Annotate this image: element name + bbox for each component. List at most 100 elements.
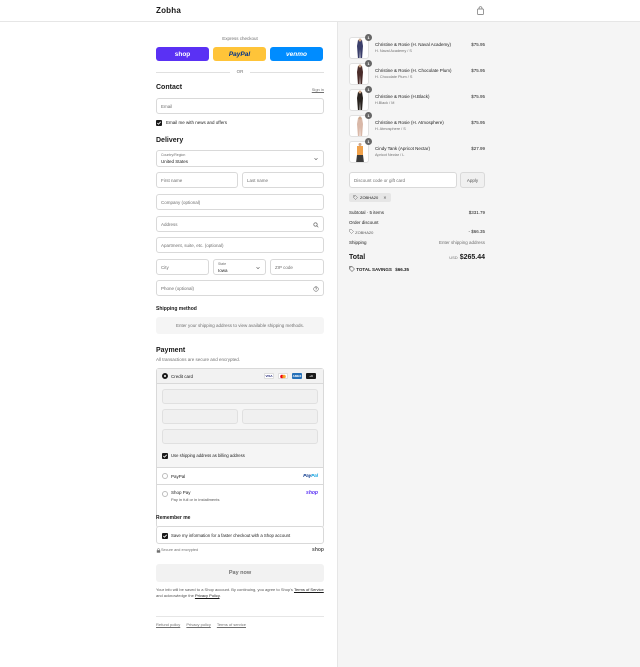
delivery-heading: Delivery [156, 137, 184, 144]
item-variant: H. Naval Academy / S [375, 49, 412, 53]
help-icon[interactable] [313, 286, 319, 292]
shipping-method-heading: Shipping method [156, 306, 197, 312]
shopping-bag-icon[interactable] [476, 6, 485, 15]
terms-of-service-footer-link[interactable]: Terms of service [217, 622, 246, 627]
refund-policy-link[interactable]: Refund policy [156, 622, 180, 627]
discount-tag: ZOBHA20 ✕ [349, 193, 391, 202]
credit-card-option[interactable]: Credit card VISA AMEX +3 [157, 369, 323, 384]
tag-icon [353, 194, 358, 201]
shipping-method-note: Enter your shipping address to view avai… [175, 323, 305, 328]
privacy-policy-link[interactable]: Privacy Policy [195, 593, 220, 598]
country-select[interactable]: Country/Region United States [156, 150, 324, 167]
shop-pay-option[interactable]: Shop Pay Pay in full or in installments … [157, 485, 323, 508]
tag-icon [349, 266, 355, 273]
legal-text-period: . [219, 592, 221, 598]
country-value: United States [161, 159, 189, 164]
cart-item: 1 Christine & Rosie (H. Atmosphere) H. A… [349, 112, 485, 137]
apartment-placeholder: Apartment, suite, etc. (optional) [161, 243, 224, 248]
pay-now-button[interactable]: Pay now [156, 564, 324, 582]
shipping-method-placeholder: Enter your shipping address to view avai… [156, 317, 324, 334]
discount-code-row: ZOBHA20 - $66.35 [349, 229, 485, 235]
discount-placeholder: Discount code or gift card [354, 178, 406, 183]
paypal-button[interactable]: PayPal [213, 47, 266, 61]
subtotal-label: Subtotal · 5 items [349, 210, 385, 215]
news-checkbox[interactable] [156, 120, 162, 126]
secure-row: Secure and encrypted shop [156, 547, 324, 555]
last-name-field[interactable]: Last name [242, 172, 324, 188]
item-name: Cindy Tank (Apricot Nectar) [375, 146, 430, 151]
subtotal-value: $331.79 [468, 210, 485, 215]
country-label: Country/Region [161, 153, 186, 157]
email-field[interactable]: Email [156, 98, 324, 114]
visa-icon: VISA [264, 373, 274, 379]
company-field[interactable]: Company (optional) [156, 194, 324, 210]
paypal-label: PayPal [171, 474, 186, 479]
shop-pay-logo-icon: shop [306, 490, 318, 496]
save-info-label: Save my information for a faster checkou… [171, 533, 291, 538]
total-value: $265.44 [459, 254, 485, 261]
phone-field[interactable]: Phone (optional) [156, 280, 324, 296]
footer-links: Refund policy Privacy policy Terms of se… [156, 622, 246, 627]
venmo-button[interactable]: venmo [270, 47, 323, 61]
order-summary: 1 Christine & Rosie (H. Naval Academy) H… [337, 22, 497, 282]
billing-same-checkbox[interactable] [162, 453, 168, 459]
apartment-field[interactable]: Apartment, suite, etc. (optional) [156, 237, 324, 253]
city-placeholder: City [161, 265, 169, 270]
security-code-field[interactable] [242, 409, 318, 424]
last-name-placeholder: Last name [247, 178, 269, 183]
terms-of-service-link[interactable]: Terms of Service [294, 587, 324, 592]
shop-pay-radio[interactable] [162, 491, 168, 497]
card-number-field[interactable] [162, 389, 318, 404]
zip-placeholder: ZIP code [275, 265, 293, 270]
privacy-policy-footer-link[interactable]: Privacy policy [186, 622, 210, 627]
cart-item: 1 Cindy Tank (Apricot Nectar) Apricot Ne… [349, 138, 485, 163]
discount-code-field[interactable]: Discount code or gift card [349, 172, 457, 188]
mastercard-icon [278, 373, 288, 379]
item-price: $75.95 [471, 120, 485, 125]
card-details-section: Use shipping address as billing address [157, 384, 323, 468]
remove-discount-icon[interactable]: ✕ [383, 195, 386, 200]
paypal-radio[interactable] [162, 473, 168, 479]
state-select[interactable]: State Iowa [213, 259, 266, 275]
item-price: $75.95 [471, 68, 485, 73]
total-savings-label: TOTAL SAVINGS [356, 267, 392, 272]
email-placeholder: Email [161, 104, 173, 109]
tag-icon [349, 229, 354, 234]
sign-in-link[interactable]: Sign in [312, 87, 324, 92]
billing-same-label: Use shipping address as billing address [171, 453, 245, 458]
shop-pay-button[interactable]: shop [156, 47, 209, 61]
quantity-badge: 1 [365, 138, 372, 145]
zip-field[interactable]: ZIP code [270, 259, 324, 275]
address-field[interactable]: Address [156, 216, 324, 232]
store-logo[interactable]: Zobha [156, 6, 181, 15]
legal-text-and: and acknowledge the [156, 592, 194, 598]
shipping-value: Enter shipping address [438, 240, 485, 245]
credit-card-radio[interactable] [162, 373, 168, 379]
address-placeholder: Address [161, 222, 178, 227]
phone-placeholder: Phone (optional) [161, 286, 195, 291]
shop-logo-icon: shop [312, 547, 324, 553]
cart-item: 1 Christine & Rosie (H. Naval Academy) H… [349, 34, 485, 59]
savings-row: TOTAL SAVINGS $66.35 [349, 266, 485, 273]
cart-item: 1 Christine & Rosie (H.Black) H.Black / … [349, 86, 485, 111]
first-name-field[interactable]: First name [156, 172, 238, 188]
shipping-label: Shipping [349, 240, 367, 245]
save-info-checkbox[interactable] [162, 533, 168, 539]
total-row: Total USD $265.44 [349, 254, 485, 261]
name-on-card-field[interactable] [162, 429, 318, 444]
or-label: OR [236, 69, 244, 74]
discount-code-applied: ZOBHA20 [349, 229, 373, 235]
city-field[interactable]: City [156, 259, 209, 275]
apply-discount-button[interactable]: Apply [460, 172, 485, 188]
paypal-logo-icon: PayPal [303, 473, 318, 478]
item-variant: H.Black / M [375, 101, 395, 105]
paypal-option[interactable]: PayPal PayPal [157, 468, 323, 485]
remember-me-heading: Remember me [156, 515, 191, 521]
discount-tag-code: ZOBHA20 [360, 195, 379, 200]
state-value: Iowa [218, 268, 228, 273]
item-name: Christine & Rosie (H. Atmosphere) [375, 120, 444, 125]
company-placeholder: Company (optional) [161, 200, 201, 205]
expiration-date-field[interactable] [162, 409, 238, 424]
payment-methods-box: Credit card VISA AMEX +3 Use shipping ad… [156, 368, 324, 528]
total-savings-value: $66.35 [395, 267, 409, 272]
